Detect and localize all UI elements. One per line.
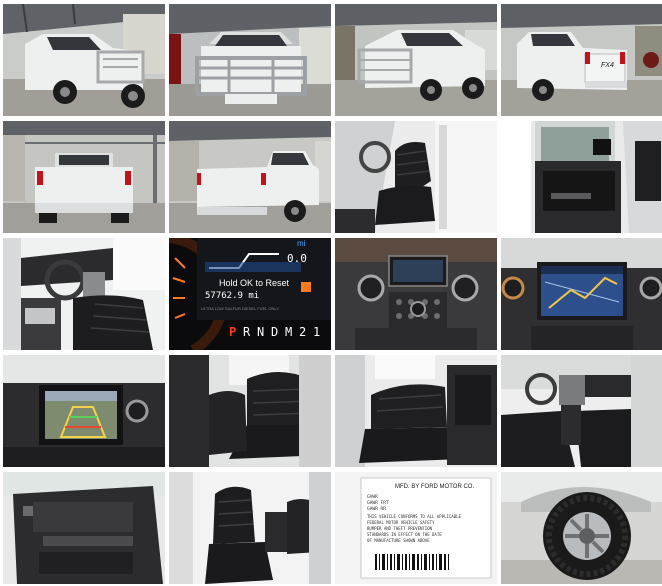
photo-open-door-interior[interactable]: [501, 121, 662, 233]
door-label-line-1: GVWR: [367, 494, 378, 500]
photo-wheel-tire[interactable]: [501, 472, 662, 584]
photo-front-three-quarter[interactable]: [3, 4, 165, 116]
door-label-line-5: FEDERAL MOTOR VEHICLE SAFETY: [367, 520, 435, 525]
photo-door-label[interactable]: MFD. BY FORD MOTOR CO. GVWR GAWR FRT GAW…: [335, 472, 497, 584]
cluster-top-value: 0.0: [287, 252, 307, 265]
door-label-line-2: GAWR FRT: [367, 500, 389, 506]
door-label-line-3: GAWR RR: [367, 506, 386, 512]
photo-rear-seats-side[interactable]: [335, 355, 497, 467]
photo-backup-camera[interactable]: [3, 355, 165, 467]
svg-text:mi: mi: [297, 239, 306, 248]
gear-m: M: [285, 325, 292, 339]
photo-rear-three-quarter[interactable]: FX4: [501, 4, 662, 116]
gear-p: P: [229, 325, 236, 339]
gear-d: D: [271, 325, 278, 339]
photo-front-seats[interactable]: [169, 472, 331, 584]
photo-front-passenger-side[interactable]: [335, 4, 497, 116]
cluster-odometer: 57762.9 mi: [205, 291, 259, 301]
photo-instrument-cluster[interactable]: mi 0.0 Hold OK to Reset 57762.9 mi ULTRA…: [169, 238, 331, 350]
door-label-line-6: BUMPER AND THEFT PREVENTION: [367, 526, 433, 531]
photo-front-grille-guard[interactable]: [169, 4, 331, 116]
photo-center-console-controls[interactable]: [335, 238, 497, 350]
gear-1: 1: [313, 325, 320, 339]
gear-r: R: [243, 325, 251, 339]
photo-driver-seat[interactable]: [335, 121, 497, 233]
gear-2: 2: [299, 325, 306, 339]
tailgate-badge: FX4: [601, 62, 614, 69]
photo-rear-seats[interactable]: [169, 355, 331, 467]
cluster-fuel-label: ULTRA LOW SULFUR DIESEL FUEL ONLY: [201, 306, 279, 311]
gear-n: N: [257, 325, 264, 339]
photo-rear-quarter-carport[interactable]: [169, 121, 331, 233]
photo-door-panel[interactable]: [3, 472, 165, 584]
photo-navigation-screen[interactable]: [501, 238, 662, 350]
door-label-line-7: STANDARDS IN EFFECT ON THE DATE: [367, 532, 442, 537]
door-label-line-4: THIS VEHICLE CONFORMS TO ALL APPLICABLE: [367, 514, 462, 519]
photo-dashboard-cabin[interactable]: [3, 238, 165, 350]
door-label-line-8: OF MANUFACTURE SHOWN ABOVE: [367, 538, 430, 543]
cluster-reset-hint: Hold OK to Reset: [219, 278, 290, 288]
door-label-header: MFD. BY FORD MOTOR CO.: [395, 484, 474, 490]
photo-gallery: FX4 mi 0.0 Hold OK to Reset 57762.9 mi U…: [0, 0, 662, 586]
photo-front-cabin-side[interactable]: [501, 355, 662, 467]
photo-rear-under-carport[interactable]: [3, 121, 165, 233]
